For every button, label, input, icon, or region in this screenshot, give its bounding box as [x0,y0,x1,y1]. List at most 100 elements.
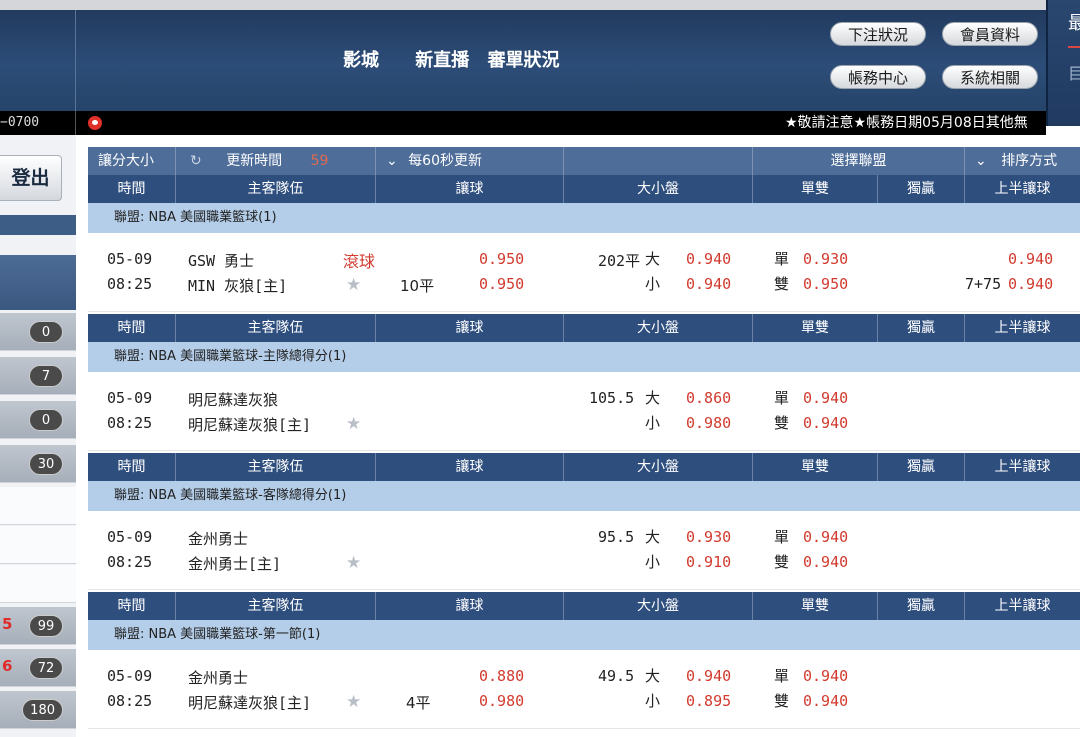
right-panel-underline [1068,46,1080,48]
col-odd-even-header: 單雙 [753,592,878,620]
game-time: 08:25 [107,275,153,293]
star-icon[interactable]: ★ [346,414,361,434]
count-badge: 180 [22,699,63,721]
refresh-icon[interactable]: ↻ [190,153,202,169]
sidebar-item[interactable] [0,526,76,564]
column-header-row: 時間 主客隊伍 讓球 大小盤 單雙 獨贏 上半讓球 [88,453,1080,481]
col-first-half-header: 上半讓球 [994,181,1051,197]
header: 影城 新直播 審單狀況 下注狀況 會員資料 帳務中心 系統相關 [0,10,1080,111]
col-first-half-header: 上半讓球 [994,598,1051,614]
over-under-line: 202平 [598,252,641,270]
auto-refresh-label: 每60秒更新 [408,153,483,169]
home-away-team-1: 金州勇士 [188,530,249,548]
under-odds[interactable]: 0.980 [686,414,731,432]
sidebar-item[interactable]: 6 72 [0,649,76,687]
even-label: 雙 [774,553,790,571]
sidebar-item[interactable]: 5 99 [0,607,76,645]
account-center-button[interactable]: 帳務中心 [830,65,926,89]
home-away-team-1: 金州勇士 [188,669,249,687]
even-odds[interactable]: 0.940 [803,553,848,571]
game-date: 05-09 [107,250,153,268]
handicap-odds-home[interactable]: 0.880 [479,667,524,685]
over-odds[interactable]: 0.940 [686,250,731,268]
logout-button[interactable]: 登出 [0,155,62,201]
over-label: 大 [645,667,661,685]
over-odds[interactable]: 0.860 [686,389,731,407]
even-odds[interactable]: 0.940 [803,692,848,710]
handicap-odds-away[interactable]: 0.950 [479,275,524,293]
over-under-line: 49.5 [598,667,635,685]
league-row[interactable]: 聯盟: NBA 美國職業籃球-第一節(1) [88,620,1080,650]
sort-label: 排序方式 [1001,153,1058,169]
announcement-bar: −0700 ★敬請注意★帳務日期05月08日其他無 [0,111,1046,135]
first-half-odds-1[interactable]: 0.940 [1008,250,1053,268]
col-first-half-header: 上半讓球 [994,459,1051,475]
odd-label: 單 [774,389,790,407]
game-row: 05-09 08:25 明尼蘇達灰狼 明尼蘇達灰狼[主] ★ 105.5 大小 0.860 0.… [88,372,1080,451]
handicap-odds-home[interactable]: 0.950 [479,250,524,268]
col-odd-even-header: 單雙 [753,314,878,342]
auto-refresh-select[interactable]: ⌄ 每60秒更新 [376,147,564,175]
odd-odds[interactable]: 0.940 [803,389,848,407]
under-label: 小 [645,275,661,293]
game-time: 08:25 [107,414,153,432]
select-league-label: 選擇聯盟 [830,153,887,169]
star-icon[interactable]: ★ [346,692,361,712]
star-icon[interactable]: ★ [346,275,361,295]
game-date: 05-09 [107,528,153,546]
sidebar-item[interactable]: 7 [0,357,76,395]
nav-new-live[interactable]: 新直播 [415,50,469,71]
over-under-line: 105.5 [589,389,635,407]
under-odds[interactable]: 0.895 [686,692,731,710]
col-odd-even-header: 單雙 [753,453,878,481]
column-header-row: 時間 主客隊伍 讓球 大小盤 單雙 獨贏 上半讓球 [88,592,1080,620]
odds-toolbar: 讓分大小 ↻ 更新時間 59 ⌄ 每60秒更新 選擇聯盟 ⌄ 排序方式 [88,147,1080,175]
select-league-button[interactable]: 選擇聯盟 [753,147,965,175]
league-row[interactable]: 聯盟: NBA 美國職業籃球-客隊總得分(1) [88,481,1080,511]
handicap-odds-away[interactable]: 0.980 [479,692,524,710]
handicap-ou-filter[interactable]: 讓分大小 [88,147,176,175]
under-odds[interactable]: 0.910 [686,553,731,571]
game-time: 08:25 [107,553,153,571]
home-away-team-2: MIN 灰狼[主] [188,277,288,295]
over-label: 大 [645,389,661,407]
even-odds[interactable]: 0.940 [803,414,848,432]
sidebar-item[interactable] [0,487,76,525]
over-odds[interactable]: 0.940 [686,667,731,685]
system-button[interactable]: 系統相關 [942,65,1038,89]
col-over-under-header: 大小盤 [564,314,753,342]
nav-ticket-review[interactable]: 審單狀況 [488,50,560,71]
sort-select[interactable]: ⌄ 排序方式 [965,147,1080,175]
even-odds[interactable]: 0.950 [803,275,848,293]
count-prefix: 5 [2,615,13,633]
member-info-button[interactable]: 會員資料 [942,22,1038,46]
league-row[interactable]: 聯盟: NBA 美國職業籃球-主隊總得分(1) [88,342,1080,372]
col-time-header: 時間 [88,592,176,620]
under-odds[interactable]: 0.940 [686,275,731,293]
bet-status-button[interactable]: 下注狀況 [830,22,926,46]
count-badge: 0 [29,409,63,431]
sidebar-item[interactable]: 0 [0,401,76,439]
right-panel-tab[interactable]: 最 目 [1046,0,1080,126]
over-odds[interactable]: 0.930 [686,528,731,546]
sidebar-item[interactable]: 0 [0,313,76,351]
star-icon[interactable]: ★ [346,553,361,573]
count-badge: 72 [29,657,63,679]
sidebar-item[interactable]: 30 [0,445,76,483]
sidebar-item[interactable] [0,565,76,603]
under-label: 小 [645,553,661,571]
sidebar-item[interactable]: 180 [0,691,76,729]
count-badge: 99 [29,615,63,637]
league-row[interactable]: 聯盟: NBA 美國職業籃球(1) [88,203,1080,233]
col-over-under-header: 大小盤 [564,592,753,620]
refresh-control[interactable]: ↻ 更新時間 59 [176,147,376,175]
first-half-odds-2[interactable]: 0.940 [1008,275,1053,293]
odd-odds[interactable]: 0.940 [803,667,848,685]
col-odd-even-header: 單雙 [753,175,878,203]
nav-cinema[interactable]: 影城 [343,50,379,71]
odd-odds[interactable]: 0.930 [803,250,848,268]
odd-odds[interactable]: 0.940 [803,528,848,546]
announcement-text: ★敬請注意★帳務日期05月08日其他無 [785,115,1028,131]
col-moneyline-header: 獨贏 [878,592,965,620]
count-badge: 7 [29,365,63,387]
